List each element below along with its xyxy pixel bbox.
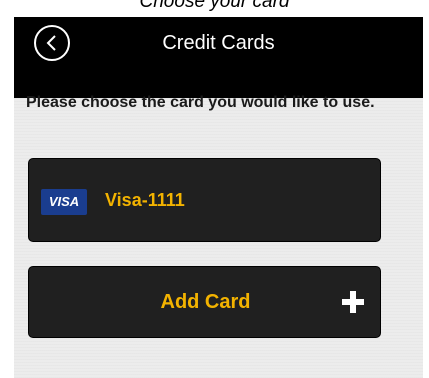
- card-item-visa-1111[interactable]: VISA Visa-1111: [28, 158, 381, 242]
- add-card-button[interactable]: Add Card: [28, 266, 381, 338]
- add-card-label: Add Card: [160, 291, 251, 313]
- header-bar: Credit Cards: [14, 17, 423, 98]
- plus-icon: [342, 291, 364, 313]
- caption: Choose your card: [139, 0, 290, 12]
- instruction-text: Please choose the card you would like to…: [26, 94, 375, 111]
- visa-logo-icon: VISA: [41, 189, 87, 215]
- page-title: Credit Cards: [162, 32, 275, 54]
- card-name: Visa-1111: [105, 190, 185, 210]
